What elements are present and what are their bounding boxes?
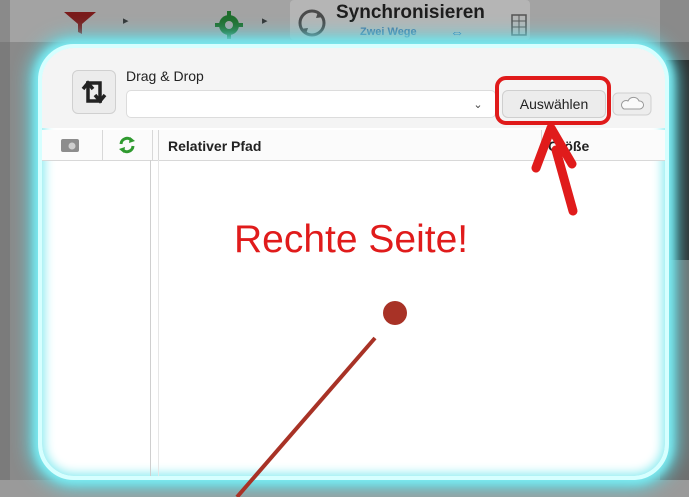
swap-sides-button[interactable] [72, 70, 116, 114]
path-history-dropdown[interactable]: ⌄ [464, 94, 492, 116]
sync-direction-icon: ⇔ [450, 24, 464, 40]
column-divider[interactable] [540, 130, 542, 160]
folder-path-input[interactable] [126, 90, 496, 118]
column-separator[interactable] [152, 130, 159, 160]
drag-drop-label: Drag & Drop [126, 68, 204, 84]
filter-caret-icon[interactable]: ▸ [123, 14, 129, 27]
background-left-strip [0, 42, 10, 497]
gear-icon[interactable] [213, 10, 245, 40]
column-header-size[interactable]: Größe [548, 138, 589, 154]
annotation-highlight-box [495, 76, 611, 125]
folder-view-icon [61, 139, 79, 152]
refresh-icon [119, 136, 135, 154]
gear-caret-icon[interactable]: ▸ [262, 14, 268, 27]
column-header-relative-path[interactable]: Relativer Pfad [168, 138, 261, 154]
sync-icon [298, 9, 326, 37]
left-column-border [150, 160, 151, 476]
sync-subtitle: Zwei Wege [360, 26, 417, 38]
background-right-panel [666, 60, 689, 260]
folder-view-column[interactable] [42, 130, 103, 160]
annotation-title: Rechte Seite! [234, 218, 469, 261]
sync-title: Synchronisieren [336, 2, 485, 23]
file-list-header: Relativer Pfad Größe [42, 130, 665, 161]
left-column-border-inner [158, 160, 159, 476]
background-bottom-strip [0, 480, 689, 497]
filter-icon[interactable] [62, 10, 98, 36]
cloud-icon[interactable] [612, 92, 652, 116]
swap-icon [81, 80, 107, 104]
grid-icon[interactable] [511, 14, 527, 36]
refresh-column[interactable] [102, 130, 153, 160]
